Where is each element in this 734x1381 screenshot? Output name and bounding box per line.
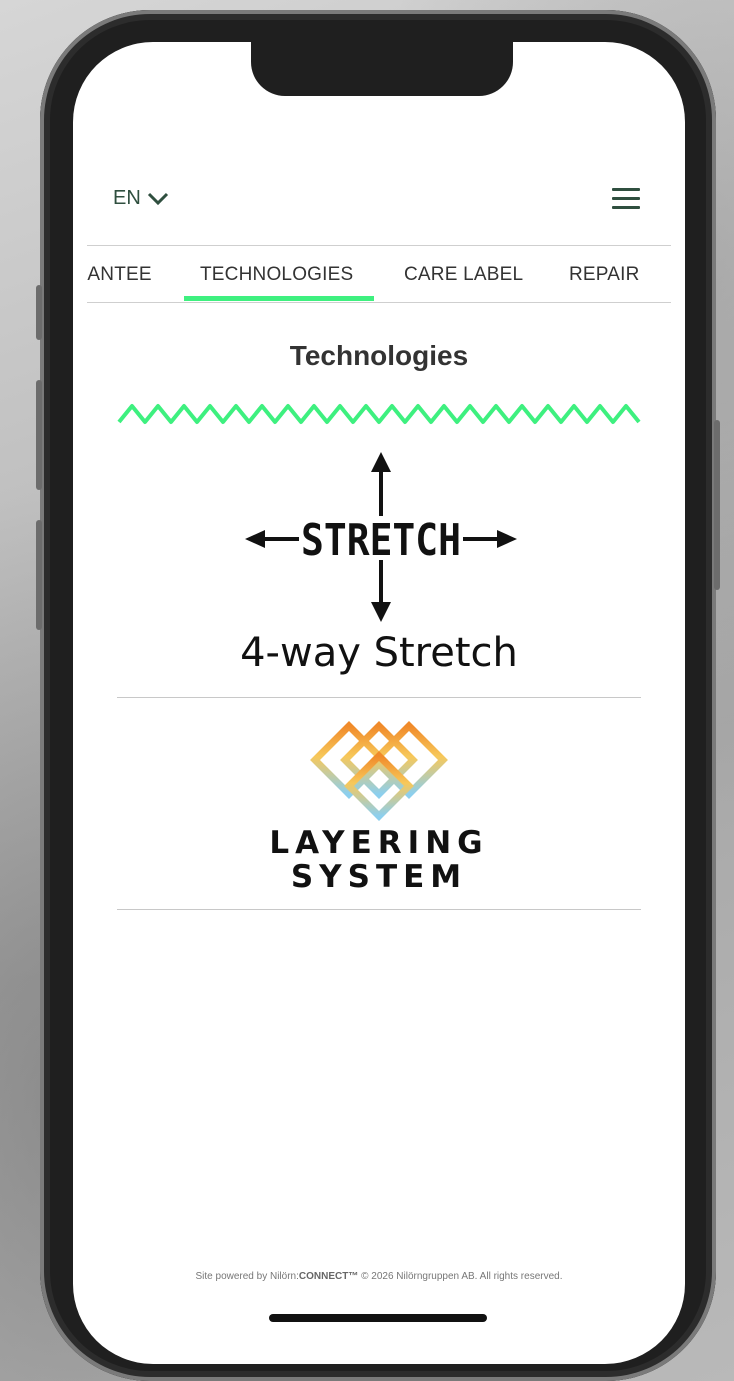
phone-side-button (36, 520, 42, 630)
divider (117, 697, 641, 698)
tab-guarantee[interactable]: ’ANTEE (87, 264, 152, 286)
divider (117, 909, 641, 910)
chevron-down-icon (147, 192, 168, 205)
active-tab-indicator (184, 296, 374, 301)
hamburger-menu-icon[interactable] (612, 188, 640, 210)
tab-technologies[interactable]: TECHNOLOGIES (200, 264, 353, 286)
phone-side-button (714, 420, 720, 590)
technology-label: 4-way Stretch (240, 630, 518, 676)
home-indicator (269, 1314, 487, 1322)
language-selector[interactable]: EN (113, 187, 169, 210)
language-label: EN (113, 187, 141, 209)
footer-suffix: © 2026 Nilörngruppen AB. All rights rese… (358, 1271, 563, 1282)
footer-text: Site powered by Nilörn:CONNECT™ © 2026 N… (73, 1271, 685, 1282)
layering-system-logo (310, 721, 448, 821)
stretch-logo: STRETCH (245, 452, 517, 622)
layering-logo-line2: SYSTEM (290, 859, 468, 895)
footer-prefix: Site powered by Nilörn: (195, 1271, 299, 1282)
stretch-logo-text: STRETCH (301, 515, 461, 566)
phone-screen: EN ’ANTEE TECHNOLOGIES CARE LABEL REPAIR… (73, 42, 685, 1364)
zigzag-divider (117, 404, 641, 424)
layering-logo-line1: LAYERING (269, 825, 489, 861)
phone-side-button (36, 380, 42, 490)
phone-side-button (36, 285, 42, 340)
notch (251, 42, 513, 96)
tab-bar: ’ANTEE TECHNOLOGIES CARE LABEL REPAIR (87, 245, 671, 303)
page-title: Technologies (289, 340, 469, 371)
footer-brand[interactable]: CONNECT™ (299, 1271, 358, 1282)
tab-care-label[interactable]: CARE LABEL (404, 264, 523, 286)
tab-repair[interactable]: REPAIR (569, 264, 640, 286)
